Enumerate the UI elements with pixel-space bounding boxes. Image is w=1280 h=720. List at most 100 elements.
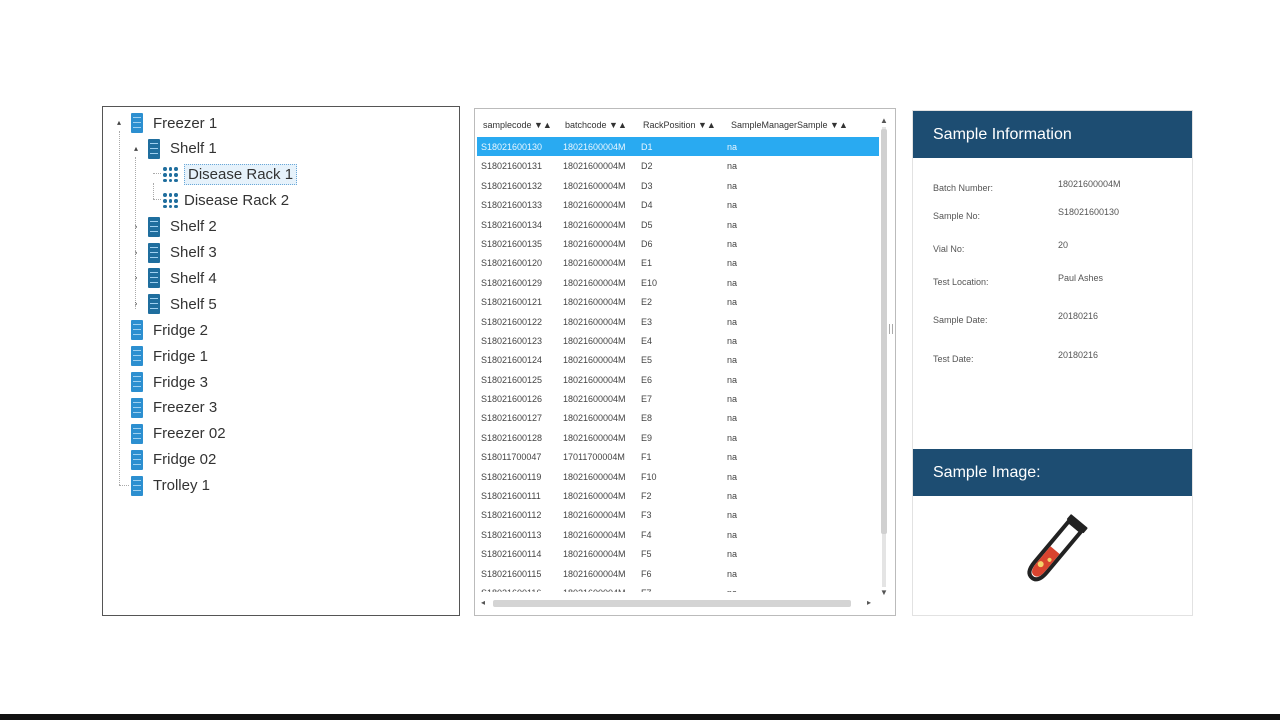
vertical-scrollbar[interactable]: ▲ ▼ <box>879 117 889 597</box>
cell-samplecode: S18011700047 <box>481 452 542 463</box>
collapse-toggle-icon[interactable]: ▴ <box>114 118 124 128</box>
table-row[interactable]: S18021600115 18021600004M F6 na <box>477 564 879 583</box>
shelf-icon <box>148 216 160 237</box>
horizontal-scrollbar[interactable]: ◂ ▸ <box>479 597 881 609</box>
tree-node[interactable]: Shelf 2 <box>148 215 217 239</box>
cell-batchcode: 18021600004M <box>563 471 626 482</box>
scroll-down-icon[interactable]: ▼ <box>880 589 888 597</box>
cell-samplemanagersample: na <box>727 277 738 288</box>
table-row[interactable]: S18021600121 18021600004M E2 na <box>477 292 879 311</box>
tree-node[interactable]: Freezer 3 <box>131 396 217 420</box>
cell-rackposition: E10 <box>641 277 658 288</box>
cell-samplemanagersample: na <box>727 335 738 346</box>
table-row[interactable]: S18021600124 18021600004M E5 na <box>477 350 879 369</box>
tree-node[interactable]: Disease Rack 1 <box>163 163 298 187</box>
cell-samplemanagersample: na <box>727 549 738 560</box>
tree-node[interactable]: Trolley 1 <box>131 474 210 498</box>
scroll-right-icon[interactable]: ▸ <box>867 599 871 607</box>
column-header-batchcode[interactable]: batchcode ▼▲ <box>565 120 627 130</box>
table-row[interactable]: S18021600120 18021600004M E1 na <box>477 253 879 272</box>
table-row[interactable]: S18021600111 18021600004M F2 na <box>477 486 879 505</box>
table-row[interactable]: S18011700047 17011700004M F1 na <box>477 447 879 466</box>
tree-node[interactable]: Shelf 3 <box>148 241 217 265</box>
tree-node[interactable]: Fridge 3 <box>131 370 208 394</box>
tree-node-label: Shelf 3 <box>170 244 217 261</box>
tree-connector <box>153 173 161 174</box>
tree-connector <box>119 485 129 486</box>
tree-node[interactable]: Freezer 02 <box>131 422 226 446</box>
cell-batchcode: 18021600004M <box>563 491 626 502</box>
expand-toggle-icon[interactable]: › <box>131 299 141 309</box>
column-header-rackposition[interactable]: RackPosition ▼▲ <box>643 120 716 130</box>
scrollbar-thumb[interactable] <box>881 129 887 534</box>
tree-node-label: Shelf 4 <box>170 269 217 287</box>
cell-rackposition: E7 <box>641 394 653 405</box>
cell-samplemanagersample: na <box>727 200 738 211</box>
table-row[interactable]: S18021600134 18021600004M D5 na <box>477 215 879 234</box>
table-row[interactable]: S18021600123 18021600004M E4 na <box>477 331 879 350</box>
table-row[interactable]: S18021600133 18021600004M D4 na <box>477 195 879 214</box>
table-row[interactable]: S18021600135 18021600004M D6 na <box>477 234 879 253</box>
table-row[interactable]: S18021600132 18021600004M D3 na <box>477 176 879 195</box>
table-row[interactable]: S18021600112 18021600004M F3 na <box>477 505 879 524</box>
tree-node-label: Freezer 1 <box>153 114 218 132</box>
table-row[interactable]: S18021600129 18021600004M E10 na <box>477 273 879 292</box>
tree-node[interactable]: Shelf 5 <box>148 292 217 316</box>
cell-rackposition: E8 <box>641 413 653 424</box>
table-row[interactable]: S18021600125 18021600004M E6 na <box>477 370 879 389</box>
tree-node[interactable]: Fridge 02 <box>131 448 216 472</box>
cell-rackposition: E3 <box>641 316 653 327</box>
cell-batchcode: 18021600004M <box>563 219 626 230</box>
tree-node[interactable]: Shelf 4 <box>148 266 217 290</box>
tree-node[interactable]: Fridge 1 <box>131 344 208 368</box>
cell-rackposition: F4 <box>641 529 652 540</box>
scroll-left-icon[interactable]: ◂ <box>481 599 485 607</box>
expand-toggle-icon[interactable]: › <box>131 273 141 283</box>
grid-header: samplecode ▼▲ batchcode ▼▲ RackPosition … <box>477 117 877 135</box>
tree-node[interactable]: Shelf 1 <box>148 137 217 161</box>
cell-samplemanagersample: na <box>727 394 738 405</box>
info-field-value: 20180216 <box>1058 311 1099 321</box>
tree-connector <box>119 131 120 485</box>
cell-rackposition: E1 <box>641 258 653 269</box>
tree-node[interactable]: Disease Rack 2 <box>163 189 289 213</box>
cell-samplemanagersample: na <box>727 161 738 172</box>
tree-node-label: Shelf 2 <box>170 218 217 236</box>
table-row[interactable]: S18021600114 18021600004M F5 na <box>477 544 879 563</box>
panel-splitter-handle[interactable] <box>889 324 893 334</box>
cell-batchcode: 18021600004M <box>563 180 626 191</box>
tree-node[interactable]: Fridge 2 <box>131 318 208 342</box>
expand-toggle-icon[interactable]: › <box>131 248 141 258</box>
info-field-value: 20180216 <box>1058 350 1099 360</box>
cell-samplemanagersample: na <box>727 355 738 366</box>
table-row[interactable]: S18021600127 18021600004M E8 na <box>477 408 879 427</box>
sample-grid-panel: samplecode ▼▲ batchcode ▼▲ RackPosition … <box>474 108 896 616</box>
shelf-icon <box>148 268 160 289</box>
column-header-samplecode[interactable]: samplecode ▼▲ <box>483 120 552 130</box>
table-row[interactable]: S18021600128 18021600004M E9 na <box>477 428 879 447</box>
cell-samplemanagersample: na <box>727 471 738 482</box>
hscrollbar-thumb[interactable] <box>493 600 851 607</box>
info-field-label: Vial No: <box>933 244 965 254</box>
table-row[interactable]: S18021600126 18021600004M E7 na <box>477 389 879 408</box>
scroll-up-icon[interactable]: ▲ <box>880 117 888 125</box>
table-row[interactable]: S18021600122 18021600004M E3 na <box>477 312 879 331</box>
expand-toggle-icon[interactable]: › <box>131 222 141 232</box>
column-header-samplemanagersample[interactable]: SampleManagerSample ▼▲ <box>731 120 848 130</box>
cell-rackposition: E5 <box>641 355 653 366</box>
cell-samplemanagersample: na <box>727 588 737 592</box>
cell-samplecode: S18021600115 <box>481 568 542 579</box>
table-row[interactable]: S18021600116 18021600004M F7 na <box>477 583 879 592</box>
table-row[interactable]: S18021600131 18021600004M D2 na <box>477 156 879 175</box>
table-row[interactable]: S18021600130 18021600004M D1 na <box>477 137 879 157</box>
collapse-toggle-icon[interactable]: ▴ <box>131 144 141 154</box>
table-row[interactable]: S18021600113 18021600004M F4 na <box>477 525 879 544</box>
cell-batchcode: 17011700004M <box>563 452 625 463</box>
cell-samplemanagersample: na <box>727 452 738 463</box>
info-field-value: 18021600004M <box>1058 179 1121 189</box>
table-row[interactable]: S18021600119 18021600004M F10 na <box>477 467 879 486</box>
tree-connector <box>153 199 161 200</box>
cell-samplecode: S18021600121 <box>481 297 543 308</box>
trolley-icon <box>131 475 143 496</box>
tree-node[interactable]: Freezer 1 <box>131 111 217 135</box>
